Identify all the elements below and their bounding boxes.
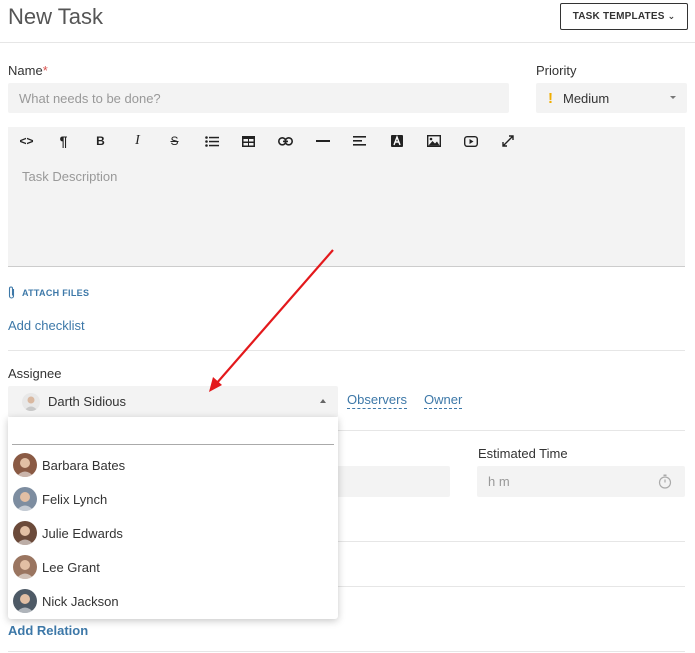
name-label: Name*	[8, 63, 48, 78]
assignee-option[interactable]: Lee Grant	[8, 550, 338, 584]
assignee-option[interactable]: Julie Edwards	[8, 516, 338, 550]
add-checklist-link[interactable]: Add checklist	[8, 318, 85, 333]
section-divider	[338, 430, 685, 431]
description-placeholder: Task Description	[22, 169, 118, 184]
add-relation-link[interactable]: Add Relation	[8, 623, 88, 638]
avatar	[13, 589, 37, 613]
priority-label: Priority	[536, 63, 577, 78]
fullscreen-icon[interactable]	[489, 127, 526, 155]
priority-value: Medium	[563, 90, 610, 106]
code-view-icon[interactable]: <>	[8, 127, 45, 155]
link-icon[interactable]	[267, 127, 304, 155]
priority-medium-icon: !	[548, 89, 553, 107]
description-editor[interactable]: <> ¶ B I S Task Description	[8, 127, 685, 267]
assignee-option-name: Nick Jackson	[42, 593, 119, 609]
avatar	[22, 392, 40, 411]
priority-select[interactable]: ! Medium	[536, 83, 687, 113]
caret-down-icon	[670, 96, 676, 99]
attach-files-label: ATTACH FILES	[22, 287, 90, 298]
caret-up-icon	[320, 399, 326, 403]
owner-link[interactable]: Owner	[424, 392, 463, 409]
assignee-label: Assignee	[8, 366, 62, 381]
observers-link[interactable]: Observers	[347, 392, 407, 409]
partially-hidden-input[interactable]	[336, 466, 450, 497]
align-icon[interactable]	[341, 127, 378, 155]
bullet-list-icon[interactable]	[193, 127, 230, 155]
task-templates-button[interactable]: TASK TEMPLATES ⌄	[560, 3, 688, 30]
name-input[interactable]: What needs to be done?	[8, 83, 509, 113]
page-title: New Task	[8, 4, 103, 29]
assignee-dropdown: Barbara Bates Felix Lynch Julie Edwards Lee…	[8, 417, 338, 619]
assignee-option-name: Lee Grant	[42, 559, 100, 575]
section-divider	[338, 586, 685, 587]
avatar	[13, 521, 37, 545]
bold-icon[interactable]: B	[82, 127, 119, 155]
assignee-option[interactable]: Nick Jackson	[8, 584, 338, 618]
attach-files-button[interactable]: ATTACH FILES	[8, 286, 89, 299]
assignee-select[interactable]: Darth Sidious	[8, 386, 338, 417]
section-divider	[8, 350, 685, 351]
section-divider	[338, 541, 685, 542]
paragraph-icon[interactable]: ¶	[45, 127, 82, 155]
avatar	[13, 487, 37, 511]
assignee-search-input[interactable]	[12, 421, 334, 445]
stopwatch-icon	[658, 474, 672, 489]
avatar	[13, 453, 37, 477]
assignee-option[interactable]: Felix Lynch	[8, 482, 338, 516]
image-icon[interactable]	[415, 127, 452, 155]
estimated-time-placeholder: h m	[488, 474, 510, 489]
assignee-option[interactable]: Barbara Bates	[8, 448, 338, 482]
italic-icon[interactable]: I	[119, 127, 156, 155]
required-mark: *	[42, 63, 48, 78]
assignee-option-name: Barbara Bates	[42, 457, 126, 473]
section-divider	[8, 651, 685, 652]
editor-toolbar: <> ¶ B I S	[8, 127, 526, 155]
video-icon[interactable]	[452, 127, 489, 155]
assignee-option-name: Felix Lynch	[42, 491, 108, 507]
text-color-icon[interactable]	[378, 127, 415, 155]
header-divider	[0, 42, 695, 43]
task-templates-label: TASK TEMPLATES	[572, 11, 665, 22]
assignee-value: Darth Sidious	[48, 394, 127, 409]
avatar	[13, 555, 37, 579]
assignee-option-name: Julie Edwards	[42, 525, 123, 541]
chevron-down-icon: ⌄	[667, 11, 676, 21]
table-icon[interactable]	[230, 127, 267, 155]
estimated-time-input[interactable]: h m	[477, 466, 685, 497]
horizontal-rule-icon[interactable]	[304, 127, 341, 155]
strikethrough-icon[interactable]: S	[156, 127, 193, 155]
estimated-time-label: Estimated Time	[478, 446, 568, 461]
paperclip-icon	[8, 286, 15, 299]
